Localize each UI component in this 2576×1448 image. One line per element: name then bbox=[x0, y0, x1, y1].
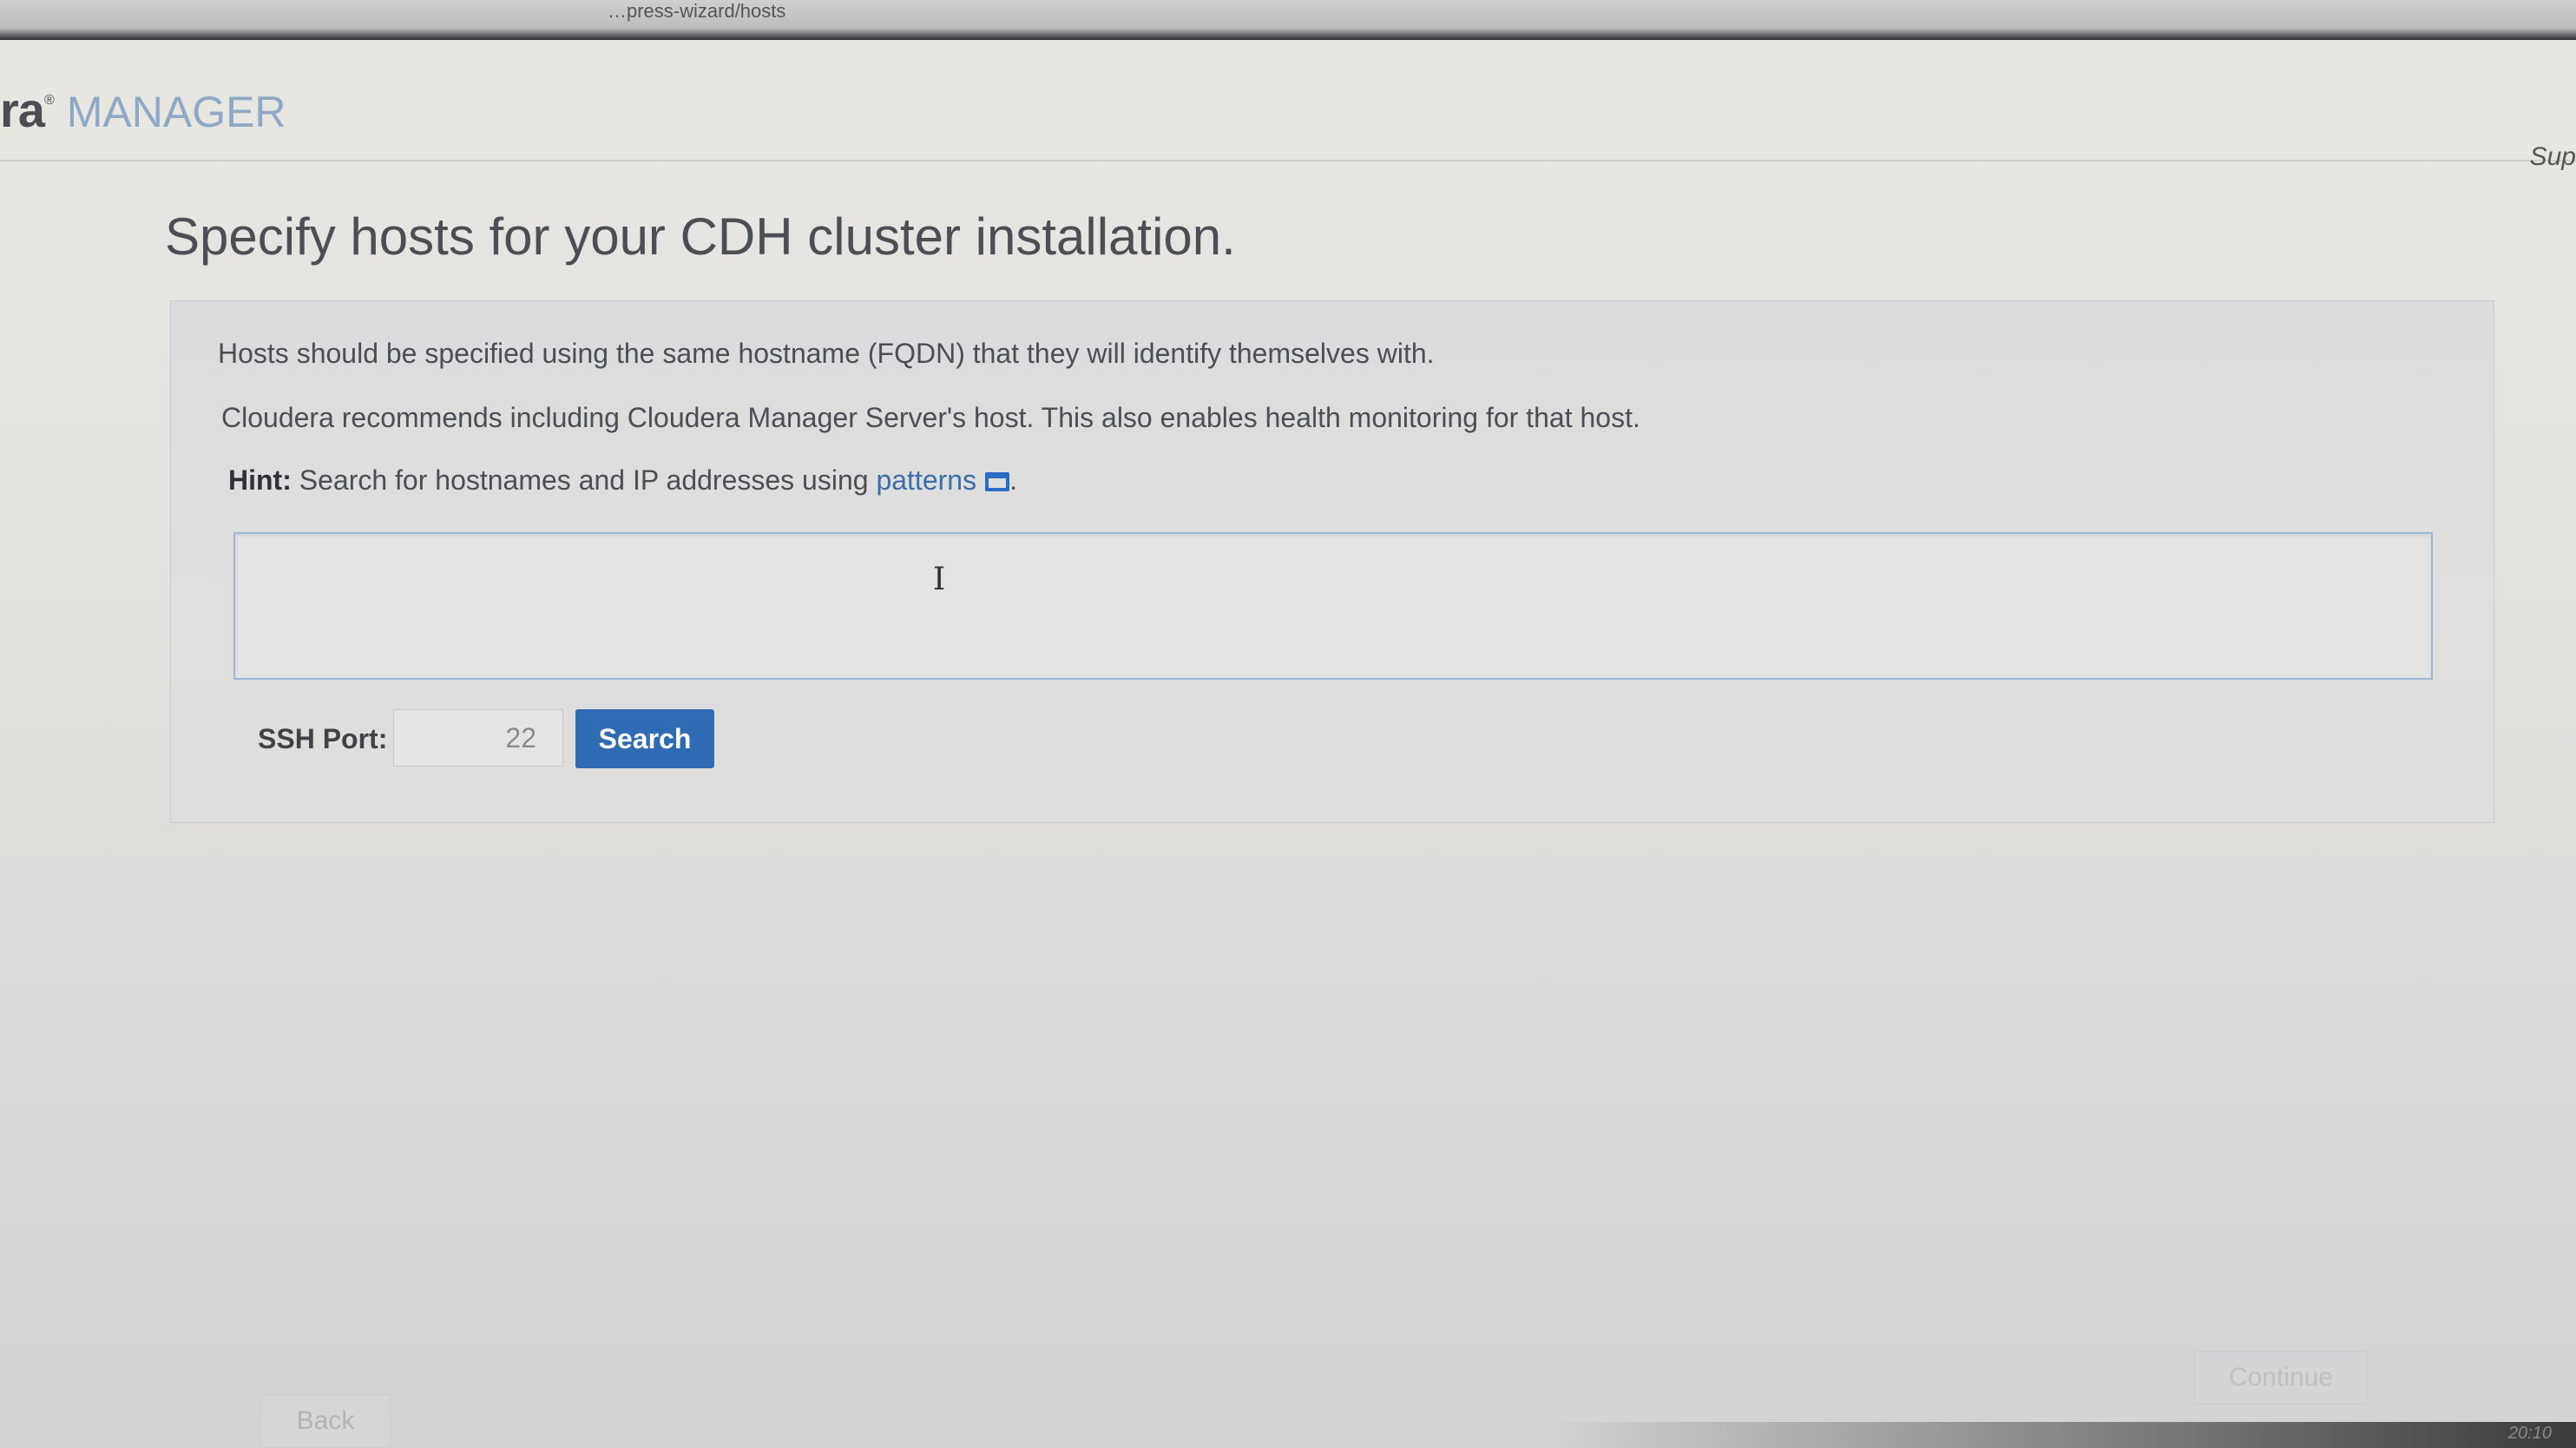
browser-url[interactable]: …press-wizard/hosts bbox=[608, 0, 785, 23]
external-window-icon[interactable] bbox=[985, 472, 1010, 491]
ssh-port-label: SSH Port: bbox=[258, 723, 388, 754]
brand-registered-mark: ® bbox=[43, 93, 55, 108]
search-button[interactable]: Search bbox=[575, 709, 714, 768]
hint-body: Search for hostnames and IP addresses us… bbox=[291, 464, 877, 496]
brand-logo[interactable]: ra ® MANAGER bbox=[0, 82, 286, 151]
text-cursor-icon: I bbox=[933, 562, 946, 597]
page-title: Specify hosts for your CDH cluster insta… bbox=[165, 207, 1236, 266]
hint-label: Hint: bbox=[228, 464, 292, 496]
brand-name: MANAGER bbox=[66, 88, 286, 136]
fqdn-info-text: Hosts should be specified using the same… bbox=[218, 338, 1435, 369]
continue-button[interactable]: Continue bbox=[2194, 1351, 2368, 1405]
hosts-textarea[interactable] bbox=[233, 532, 2433, 680]
hint-period: . bbox=[1009, 464, 1017, 496]
support-menu[interactable]: Sup bbox=[2530, 142, 2576, 172]
app-header: ra ® MANAGER Sup bbox=[0, 40, 2576, 171]
host-search-panel: Hosts should be specified using the same… bbox=[170, 300, 2494, 823]
recommendation-text: Cloudera recommends including Cloudera M… bbox=[221, 402, 1640, 433]
hint-text: Hint: Search for hostnames and IP addres… bbox=[228, 464, 1017, 497]
ssh-port-input[interactable] bbox=[393, 709, 563, 767]
brand-prefix: ra bbox=[0, 82, 45, 137]
browser-bar: …press-wizard/hosts bbox=[0, 0, 2576, 40]
patterns-link[interactable]: patterns bbox=[876, 464, 976, 496]
taskbar-strip bbox=[0, 1422, 2576, 1448]
system-clock: 20:10 bbox=[2507, 1424, 2552, 1443]
